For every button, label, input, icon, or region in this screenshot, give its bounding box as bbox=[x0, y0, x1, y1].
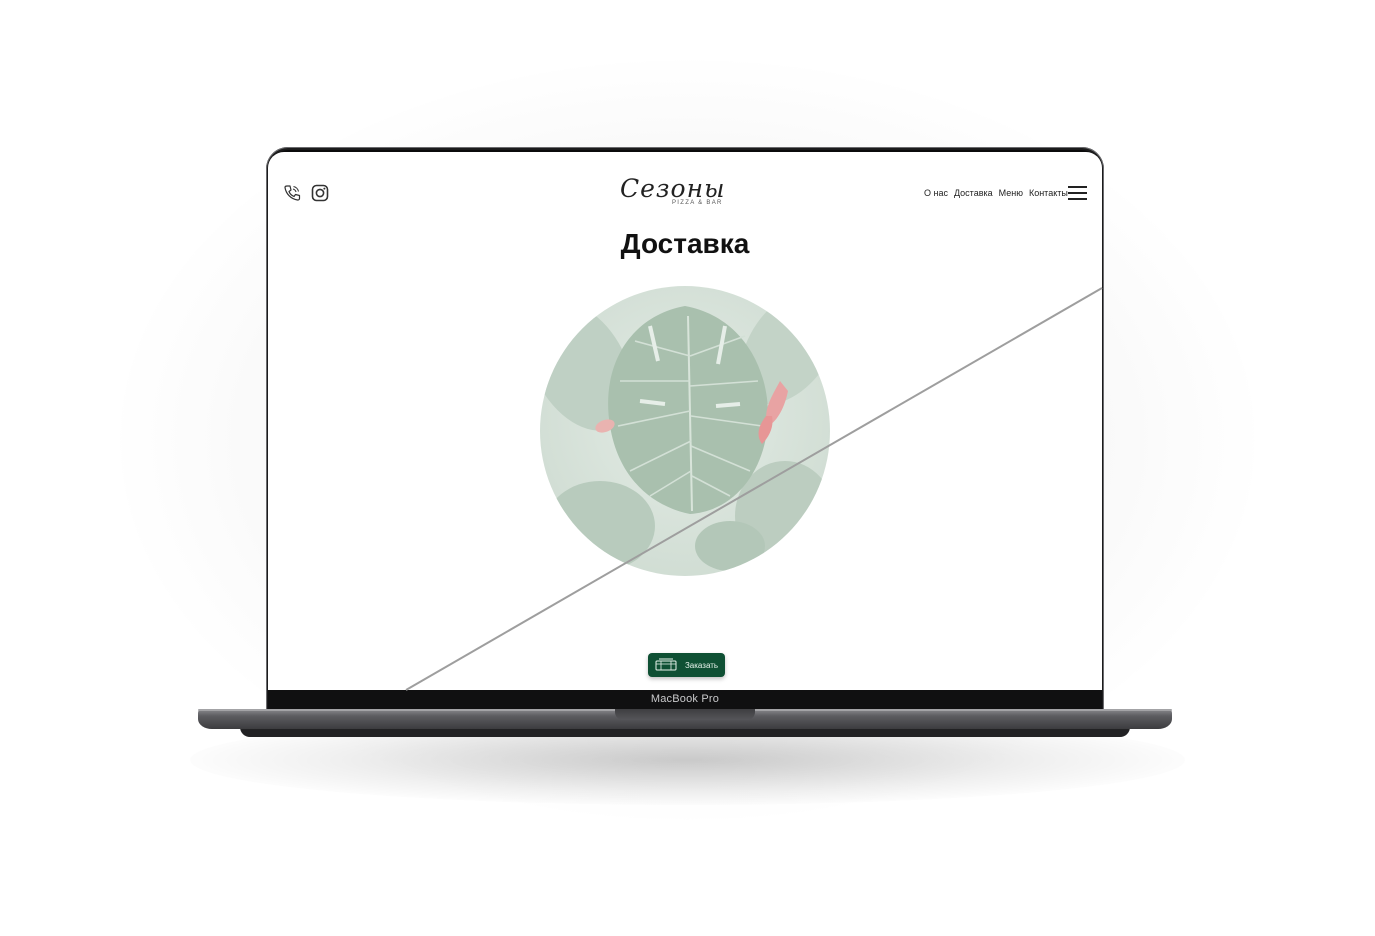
order-button-label: Заказать bbox=[684, 660, 719, 670]
website-screen: Сезоны PIZZA & BAR О нас Доставка Меню К… bbox=[268, 152, 1102, 690]
laptop-chin: MacBook Pro bbox=[268, 690, 1102, 710]
site-header: Сезоны PIZZA & BAR О нас Доставка Меню К… bbox=[268, 152, 1102, 232]
device-model-label: MacBook Pro bbox=[650, 693, 720, 705]
order-button[interactable]: Заказать bbox=[648, 653, 725, 677]
nav-link-about[interactable]: О нас bbox=[924, 188, 948, 198]
site-logo[interactable]: Сезоны PIZZA & BAR bbox=[620, 174, 750, 214]
logo-script-text: Сезоны bbox=[620, 174, 726, 203]
instagram-icon[interactable] bbox=[310, 183, 330, 203]
menu-burger-icon[interactable] bbox=[1068, 186, 1087, 200]
page-title: Доставка bbox=[620, 228, 750, 259]
delivery-box-icon bbox=[655, 658, 677, 671]
header-contact-icons bbox=[282, 183, 330, 203]
nav-link-menu[interactable]: Меню bbox=[999, 188, 1023, 198]
nav-link-delivery[interactable]: Доставка bbox=[954, 188, 993, 198]
phone-icon[interactable] bbox=[282, 183, 302, 203]
logo-subtitle: PIZZA & BAR bbox=[672, 200, 723, 206]
monstera-leaf-image bbox=[540, 286, 830, 576]
laptop-opening-notch bbox=[615, 709, 755, 720]
main-nav: О нас Доставка Меню Контакты bbox=[924, 188, 1068, 198]
nav-link-contacts[interactable]: Контакты bbox=[1029, 188, 1068, 198]
